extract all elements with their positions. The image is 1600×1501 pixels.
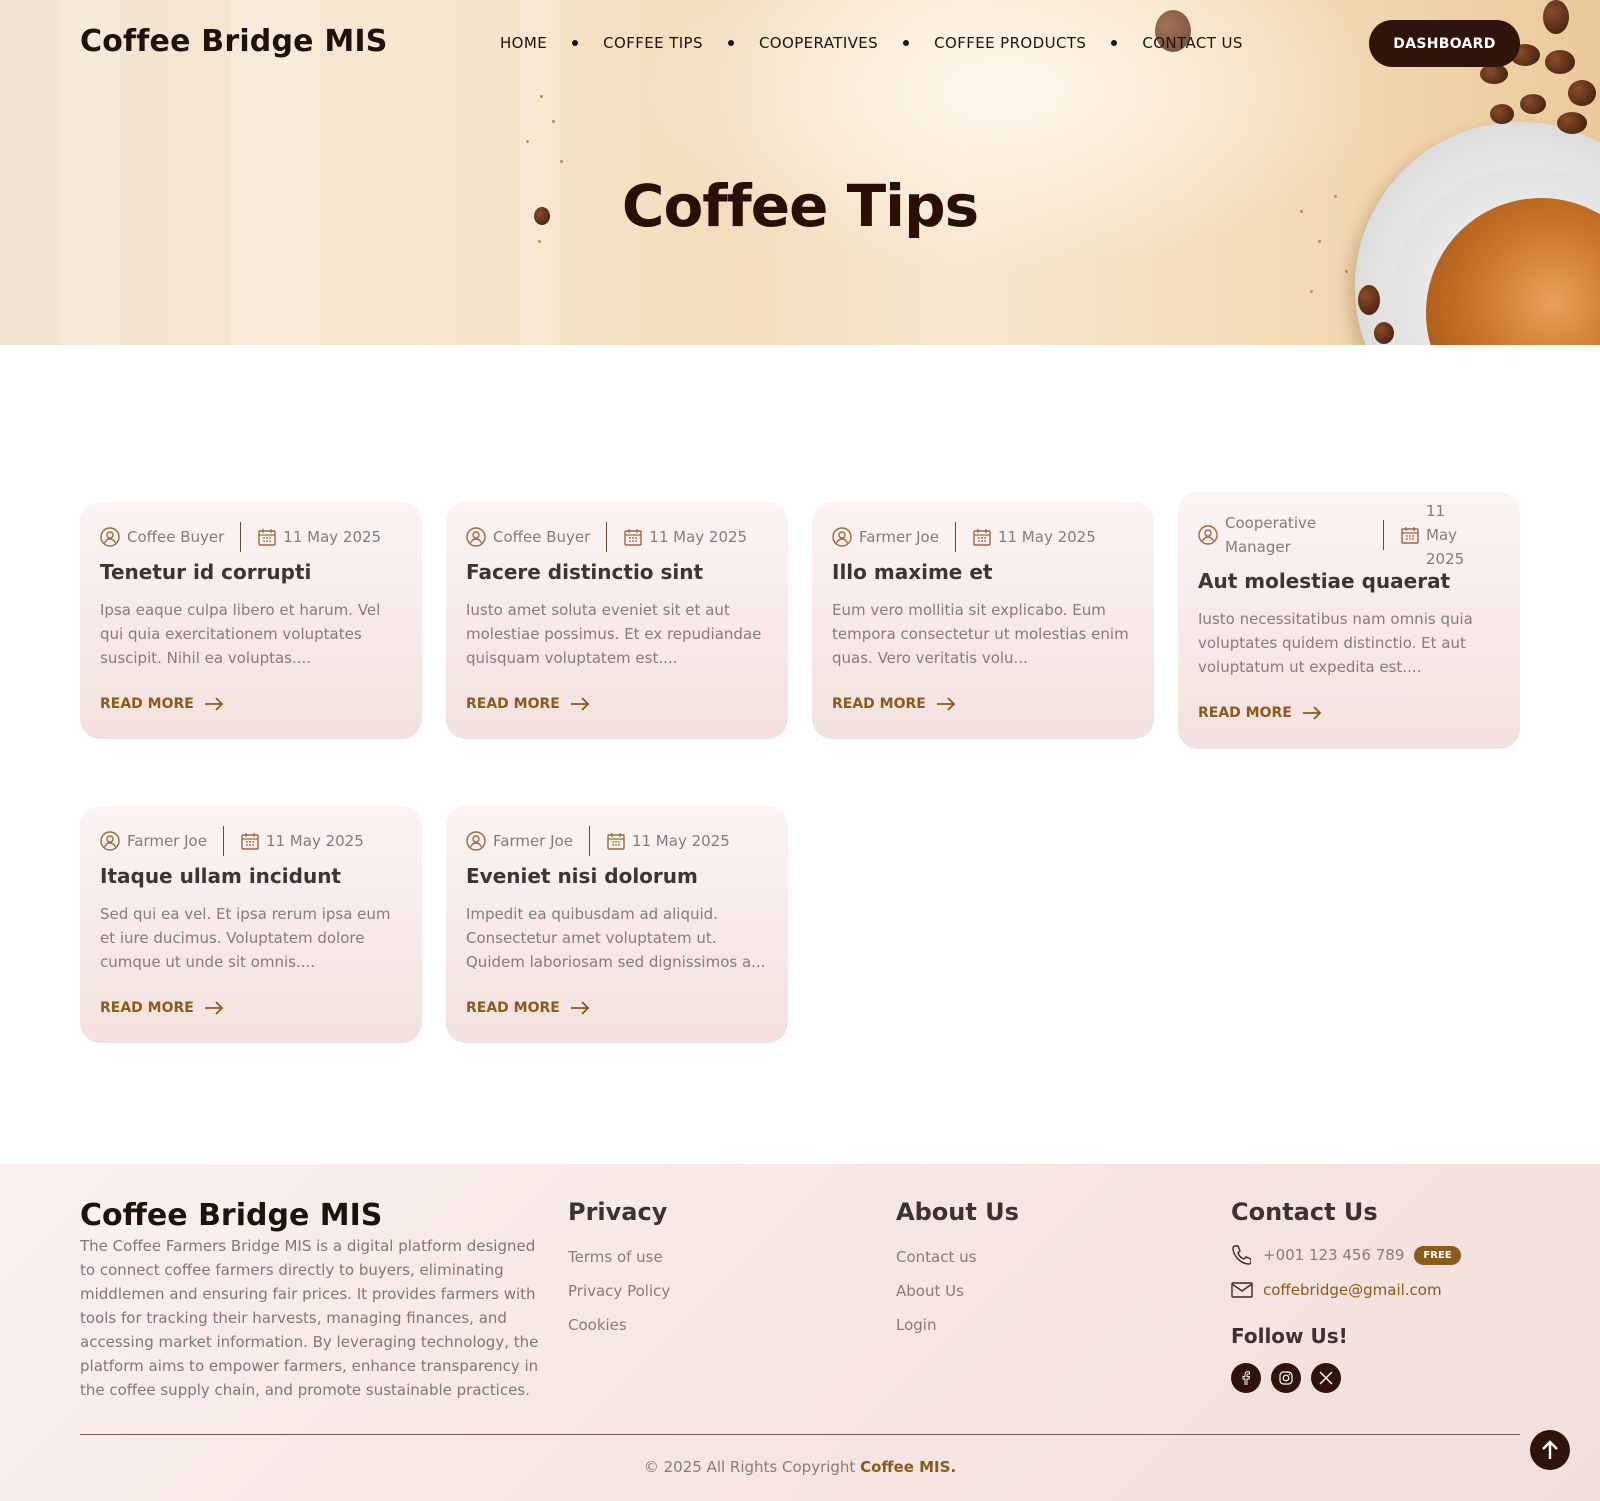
post-author: Coffee Buyer <box>127 528 225 546</box>
post-card[interactable]: Cooperative Manager 11 May 2025 Aut mole… <box>1178 492 1520 749</box>
calendar-icon <box>606 831 626 851</box>
post-excerpt: Iusto necessitatibus nam omnis quia volu… <box>1198 610 1473 676</box>
post-title[interactable]: Facere distinctio sint <box>466 560 703 584</box>
nav-separator <box>727 40 734 46</box>
post-date: 11 May 2025 <box>997 528 1096 546</box>
terms-link[interactable]: Terms of use <box>568 1248 663 1266</box>
free-badge: FREE <box>1414 1245 1461 1265</box>
post-card[interactable]: Farmer Joe 11 May 2025 Illo maxime et Eu… <box>812 502 1154 739</box>
copyright-brand: Coffee MIS. <box>860 1458 957 1476</box>
post-excerpt: Ipsa eaque culpa libero et harum. Vel qu… <box>100 601 381 667</box>
privacy-heading: Privacy <box>568 1198 668 1226</box>
nav-coffee-products[interactable]: COFFEE PRODUCTS <box>934 34 1086 52</box>
post-excerpt: Iusto amet soluta eveniet sit et aut mol… <box>466 601 762 667</box>
calendar-icon <box>1400 525 1420 545</box>
post-card[interactable]: Coffee Buyer 11 May 2025 Tenetur id corr… <box>80 502 422 739</box>
arrow-right-icon <box>936 697 956 711</box>
footer-logo[interactable]: Coffee Bridge MIS <box>80 1198 382 1233</box>
login-link[interactable]: Login <box>896 1316 936 1334</box>
facebook-icon[interactable] <box>1231 1363 1261 1393</box>
about-link[interactable]: About Us <box>896 1282 964 1300</box>
user-icon <box>100 831 120 851</box>
nav-separator <box>903 40 910 46</box>
cookies-link[interactable]: Cookies <box>568 1316 627 1334</box>
post-card[interactable]: Farmer Joe 11 May 2025 Eveniet nisi dolo… <box>446 806 788 1043</box>
post-title[interactable]: Tenetur id corrupti <box>100 560 311 584</box>
user-icon <box>1198 525 1218 545</box>
calendar-icon <box>623 527 643 547</box>
post-author: Coffee Buyer <box>493 528 591 546</box>
post-title[interactable]: Illo maxime et <box>832 560 992 584</box>
post-date: 11 May 2025 <box>649 528 748 546</box>
post-date: 11 May 2025 <box>631 832 730 850</box>
post-card[interactable]: Farmer Joe 11 May 2025 Itaque ullam inci… <box>80 806 422 1043</box>
phone-icon <box>1231 1244 1251 1266</box>
arrow-right-icon <box>204 697 224 711</box>
site-logo[interactable]: Coffee Bridge MIS <box>80 24 388 59</box>
email-address: coffebridge@gmail.com <box>1263 1281 1442 1299</box>
post-card[interactable]: Coffee Buyer 11 May 2025 Facere distinct… <box>446 502 788 739</box>
copyright: © 2025 All Rights Copyright Coffee MIS. <box>643 1458 957 1476</box>
arrow-right-icon <box>204 1001 224 1015</box>
post-author: Farmer Joe <box>859 528 939 546</box>
footer: Coffee Bridge MIS The Coffee Farmers Bri… <box>0 1164 1600 1501</box>
post-title[interactable]: Itaque ullam incidunt <box>100 864 341 888</box>
nav-coffee-tips[interactable]: COFFEE TIPS <box>603 34 703 52</box>
calendar-icon <box>240 831 260 851</box>
contact-heading: Contact Us <box>1231 1198 1378 1226</box>
arrow-right-icon <box>570 697 590 711</box>
email-contact[interactable]: coffebridge@gmail.com <box>1231 1281 1442 1299</box>
calendar-icon <box>257 527 277 547</box>
x-icon[interactable] <box>1311 1363 1341 1393</box>
arrow-right-icon <box>1302 706 1322 720</box>
dashboard-button[interactable]: DASHBOARD <box>1369 20 1520 67</box>
post-date: 11 May 2025 <box>1426 502 1465 568</box>
nav-home[interactable]: HOME <box>500 34 547 52</box>
post-author: Farmer Joe <box>493 832 573 850</box>
user-icon <box>466 831 486 851</box>
post-title[interactable]: Eveniet nisi dolorum <box>466 864 698 888</box>
arrow-up-icon <box>1541 1440 1559 1460</box>
instagram-icon[interactable] <box>1271 1363 1301 1393</box>
mail-icon <box>1231 1282 1253 1298</box>
footer-divider <box>80 1434 1520 1435</box>
user-icon <box>832 527 852 547</box>
post-author: Farmer Joe <box>127 832 207 850</box>
post-date: 11 May 2025 <box>265 832 364 850</box>
user-icon <box>466 527 486 547</box>
read-more-link[interactable]: READ MORE <box>832 696 956 712</box>
post-date: 11 May 2025 <box>283 528 382 546</box>
follow-heading: Follow Us! <box>1231 1324 1348 1348</box>
footer-description: The Coffee Farmers Bridge MIS is a digit… <box>80 1237 539 1399</box>
nav-separator <box>1111 40 1118 46</box>
post-excerpt: Eum vero mollitia sit explicabo. Eum tem… <box>832 601 1129 667</box>
about-heading: About Us <box>896 1198 1019 1226</box>
page-title: Coffee Tips <box>621 172 979 240</box>
phone-contact[interactable]: +001 123 456 789 FREE <box>1231 1244 1461 1266</box>
user-icon <box>100 527 120 547</box>
post-author: Cooperative Manager <box>1225 514 1317 556</box>
arrow-right-icon <box>570 1001 590 1015</box>
read-more-link[interactable]: READ MORE <box>466 696 590 712</box>
privacy-policy-link[interactable]: Privacy Policy <box>568 1282 670 1300</box>
read-more-link[interactable]: READ MORE <box>100 696 224 712</box>
nav-contact-us[interactable]: CONTACT US <box>1142 34 1242 52</box>
contact-link[interactable]: Contact us <box>896 1248 976 1266</box>
phone-number: +001 123 456 789 <box>1263 1246 1405 1264</box>
read-more-link[interactable]: READ MORE <box>466 1000 590 1016</box>
calendar-icon <box>972 527 992 547</box>
nav-separator <box>572 40 579 46</box>
post-excerpt: Sed qui ea vel. Et ipsa rerum ipsa eum e… <box>100 905 391 971</box>
post-title[interactable]: Aut molestiae quaerat <box>1198 569 1450 593</box>
back-to-top-button[interactable] <box>1530 1430 1570 1470</box>
nav-cooperatives[interactable]: COOPERATIVES <box>759 34 878 52</box>
read-more-link[interactable]: READ MORE <box>100 1000 224 1016</box>
post-excerpt: Impedit ea quibusdam ad aliquid. Consect… <box>466 905 766 971</box>
main-nav: HOME COFFEE TIPS COOPERATIVES COFFEE PRO… <box>500 30 1243 56</box>
read-more-link[interactable]: READ MORE <box>1198 705 1322 721</box>
